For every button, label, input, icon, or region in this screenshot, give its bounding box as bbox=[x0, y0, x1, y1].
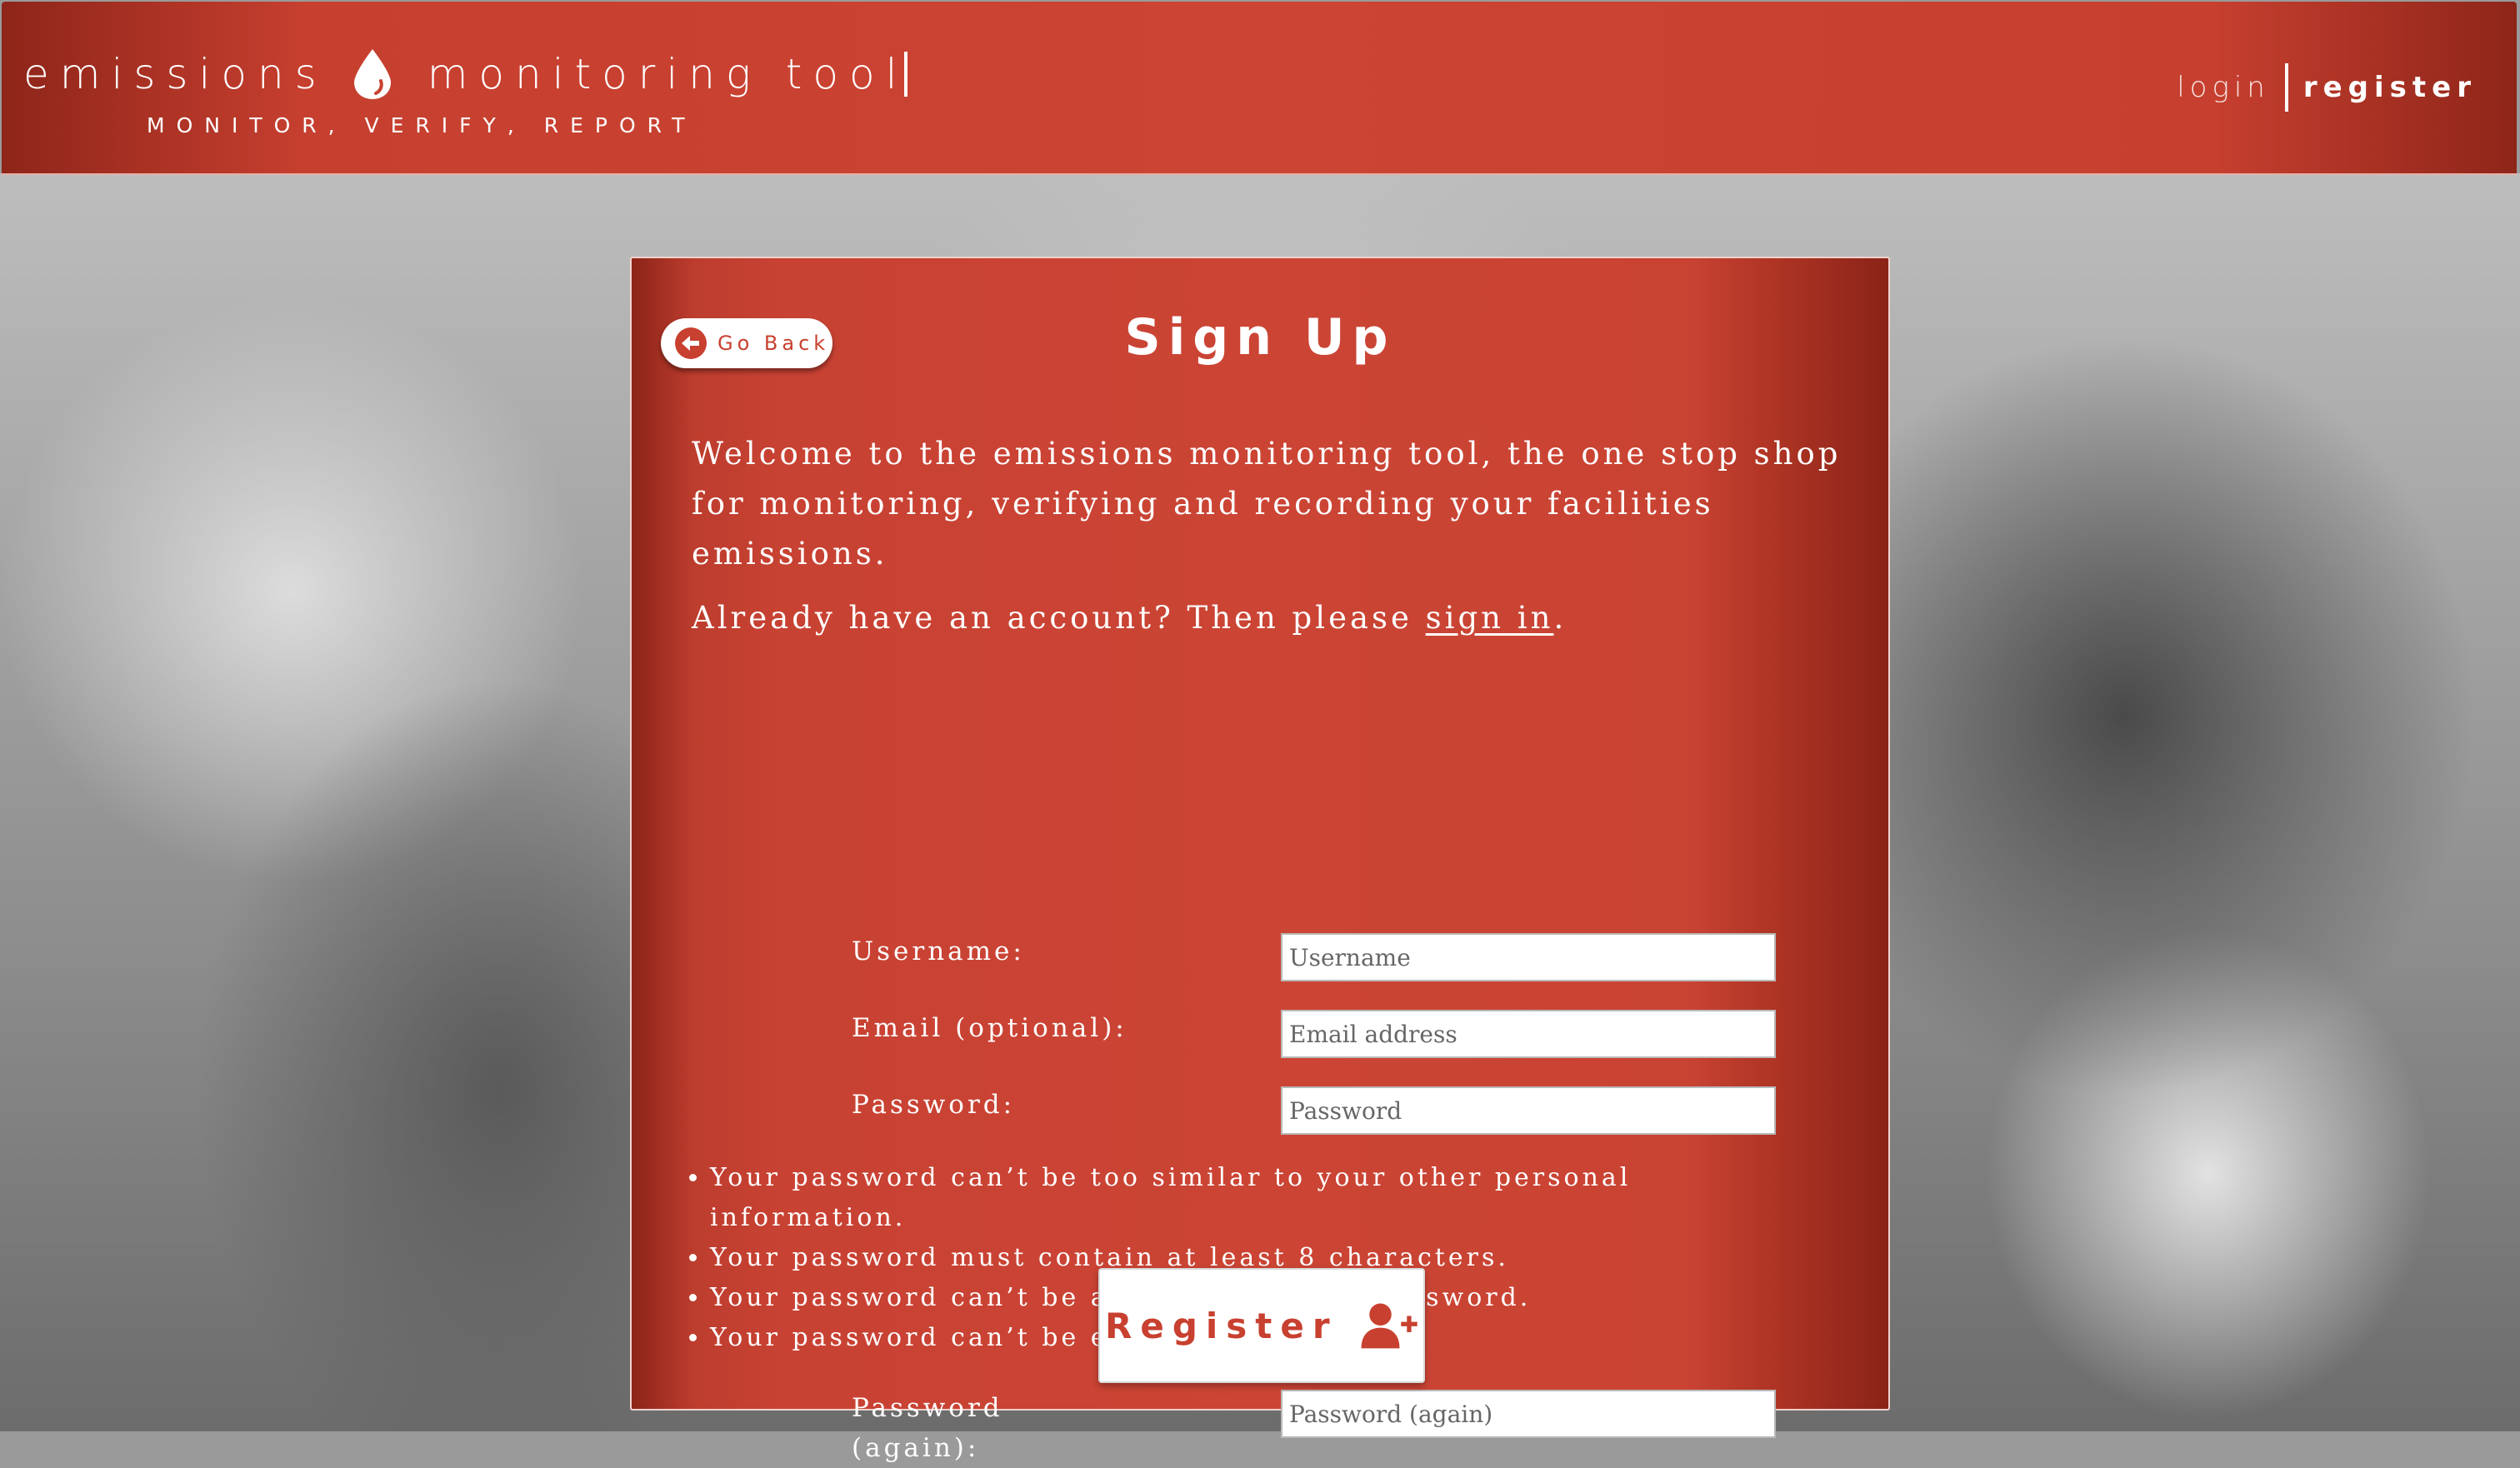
password-label: Password: bbox=[852, 1090, 1016, 1120]
page-title: Sign Up bbox=[1124, 308, 1396, 367]
nav-divider bbox=[2284, 63, 2288, 112]
password-again-label: Password (again): bbox=[852, 1393, 1003, 1463]
user-plus-icon bbox=[1361, 1303, 1418, 1349]
signup-card: Go Back Sign Up Welcome to the emissions… bbox=[630, 257, 1890, 1463]
nav-register-link[interactable]: register bbox=[2303, 71, 2477, 104]
signin-prompt-suffix: . bbox=[1553, 600, 1568, 636]
register-button[interactable]: Register bbox=[1098, 1268, 1425, 1383]
email-field[interactable] bbox=[1281, 1010, 1776, 1058]
logo-bar bbox=[904, 52, 908, 97]
username-label: Username: bbox=[852, 936, 1025, 966]
site-logo[interactable]: emissions monitoring tool bbox=[23, 45, 908, 103]
username-field[interactable] bbox=[1281, 933, 1776, 981]
site-header: emissions monitoring tool MONITOR, VERIF… bbox=[2, 2, 2517, 175]
signin-link[interactable]: sign in bbox=[1426, 600, 1554, 636]
logo-text-left: emissions bbox=[23, 50, 328, 98]
signin-prompt-text: Already have an account? Then please bbox=[692, 600, 1426, 636]
droplet-icon bbox=[353, 49, 391, 99]
intro-text: Welcome to the emissions monitoring tool… bbox=[692, 436, 1842, 572]
email-label: Email (optional): bbox=[852, 1013, 1128, 1043]
password-rule: Your password can’t be too similar to yo… bbox=[710, 1158, 1710, 1238]
tagline: MONITOR, VERIFY, REPORT bbox=[147, 113, 697, 137]
logo-text-right: monitoring tool bbox=[427, 50, 908, 98]
top-nav: login register bbox=[2177, 63, 2477, 112]
password-field[interactable] bbox=[1281, 1086, 1776, 1135]
register-button-label: Register bbox=[1105, 1305, 1338, 1346]
password-again-field[interactable] bbox=[1281, 1390, 1776, 1438]
nav-login-link[interactable]: login bbox=[2177, 71, 2270, 104]
signin-prompt: Already have an account? Then please sig… bbox=[692, 600, 1567, 636]
